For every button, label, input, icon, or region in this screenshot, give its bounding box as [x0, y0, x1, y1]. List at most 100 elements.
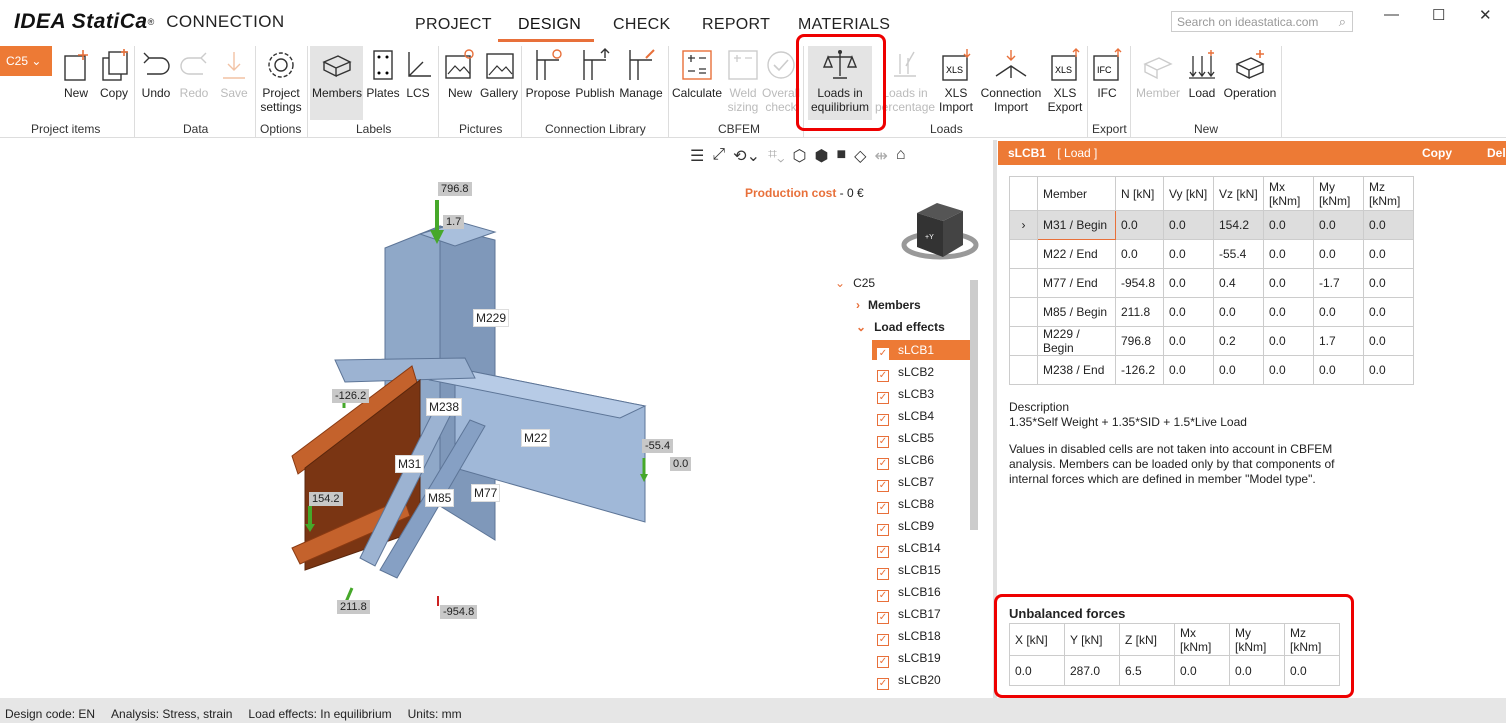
checkbox[interactable]: ✓: [877, 392, 889, 404]
xls-import-button[interactable]: XLS XLS Import: [936, 48, 976, 114]
tab-check[interactable]: CHECK: [613, 16, 671, 34]
delete-load-button[interactable]: Delete: [1487, 146, 1506, 160]
value-cell[interactable]: 0.0: [1163, 210, 1214, 240]
load-case-item[interactable]: ✓ sLCB18: [872, 626, 970, 646]
checkbox[interactable]: ✓: [877, 568, 889, 580]
checkbox[interactable]: ✓: [877, 656, 889, 668]
table-row[interactable]: › M31 / Begin 0.0 0.0 154.2 0.0 0.0 0.0: [1009, 210, 1414, 240]
value-cell[interactable]: 0.0: [1313, 239, 1364, 269]
project-item-select[interactable]: C25 ⌄: [0, 46, 52, 76]
value-cell[interactable]: 796.8: [1115, 326, 1164, 356]
member-cell[interactable]: M77 / End: [1037, 268, 1116, 298]
weld-sizing-button[interactable]: Weld sizing: [724, 48, 762, 114]
load-case-item[interactable]: ✓ sLCB5: [872, 428, 970, 448]
labels-lcs-button[interactable]: LCS: [400, 48, 436, 100]
member-cell[interactable]: M31 / Begin: [1037, 210, 1116, 240]
load-case-item[interactable]: ✓ sLCB1: [872, 340, 970, 360]
value-cell[interactable]: 0.0: [1313, 355, 1364, 385]
solid-icon[interactable]: ■: [836, 146, 846, 166]
value-cell[interactable]: 0.0: [1263, 355, 1314, 385]
new-button[interactable]: New: [58, 48, 94, 100]
load-case-item[interactable]: ✓ sLCB14: [872, 538, 970, 558]
labels-members-button[interactable]: Members: [311, 48, 363, 100]
table-row[interactable]: M22 / End 0.0 0.0 -55.4 0.0 0.0 0.0: [1009, 239, 1414, 269]
table-row[interactable]: M238 / End -126.2 0.0 0.0 0.0 0.0 0.0: [1009, 355, 1414, 385]
propose-button[interactable]: Propose: [525, 48, 571, 100]
tab-materials[interactable]: MATERIALS: [798, 16, 890, 34]
checkbox[interactable]: ✓: [877, 612, 889, 624]
table-row[interactable]: M85 / Begin 211.8 0.0 0.0 0.0 0.0 0.0: [1009, 297, 1414, 327]
load-case-item[interactable]: ✓ sLCB16: [872, 582, 970, 602]
checkbox[interactable]: ✓: [877, 370, 889, 382]
calculate-button[interactable]: Calculate: [671, 48, 723, 100]
tree-load-effects[interactable]: ⌄ Load effects: [856, 320, 945, 334]
member-cell[interactable]: M229 / Begin: [1037, 326, 1116, 356]
crop-icon[interactable]: ⌗⌄: [768, 146, 785, 166]
value-cell[interactable]: 0.0: [1363, 210, 1414, 240]
value-cell[interactable]: 0.0: [1263, 239, 1314, 269]
checkbox[interactable]: ✓: [877, 546, 889, 558]
tab-report[interactable]: REPORT: [702, 16, 770, 34]
load-case-item[interactable]: ✓ sLCB6: [872, 450, 970, 470]
new-load-button[interactable]: Load: [1184, 48, 1220, 100]
mirror-icon[interactable]: ⇹: [874, 146, 887, 166]
value-cell[interactable]: -1.7: [1313, 268, 1364, 298]
minimize-button[interactable]: —: [1384, 6, 1399, 23]
copy-button[interactable]: Copy: [96, 48, 132, 100]
rotate-icon[interactable]: ⟲⌄: [733, 146, 760, 166]
value-cell[interactable]: 0.0: [1213, 355, 1264, 385]
value-cell[interactable]: -55.4: [1213, 239, 1264, 269]
close-button[interactable]: ✕: [1479, 6, 1492, 24]
manage-button[interactable]: Manage: [618, 48, 664, 100]
load-case-item[interactable]: ✓ sLCB2: [872, 362, 970, 382]
value-cell[interactable]: 0.0: [1363, 355, 1414, 385]
value-cell[interactable]: 0.0: [1263, 210, 1314, 240]
value-cell[interactable]: 1.7: [1313, 326, 1364, 356]
zoom-extents-icon[interactable]: ⤢: [712, 146, 725, 166]
load-case-item[interactable]: ✓ sLCB20: [872, 670, 970, 690]
ifc-export-button[interactable]: IFC IFC: [1089, 48, 1125, 100]
tab-project[interactable]: PROJECT: [415, 16, 492, 34]
value-cell[interactable]: 0.0: [1263, 297, 1314, 327]
value-cell[interactable]: 0.0: [1363, 326, 1414, 356]
transparent-icon[interactable]: ⬢: [815, 146, 829, 166]
value-cell[interactable]: 0.0: [1213, 297, 1264, 327]
new-operation-button[interactable]: Operation: [1222, 48, 1278, 100]
load-case-item[interactable]: ✓ sLCB8: [872, 494, 970, 514]
load-case-item[interactable]: ✓ sLCB19: [872, 648, 970, 668]
value-cell[interactable]: 0.0: [1313, 297, 1364, 327]
load-case-item[interactable]: ✓ sLCB9: [872, 516, 970, 536]
value-cell[interactable]: 0.0: [1115, 210, 1164, 240]
checkbox[interactable]: ✓: [877, 678, 889, 690]
new-member-button[interactable]: Member: [1134, 48, 1182, 100]
home-icon[interactable]: ⌂: [896, 146, 906, 166]
view-cube[interactable]: +Y: [895, 195, 985, 270]
table-row[interactable]: M77 / End -954.8 0.0 0.4 0.0 -1.7 0.0: [1009, 268, 1414, 298]
undo-button[interactable]: Undo: [138, 48, 174, 100]
value-cell[interactable]: 0.0: [1163, 297, 1214, 327]
labels-plates-button[interactable]: Plates: [366, 48, 400, 100]
value-cell[interactable]: 0.0: [1163, 355, 1214, 385]
value-cell[interactable]: 154.2: [1213, 210, 1264, 240]
checkbox[interactable]: ✓: [877, 634, 889, 646]
member-cell[interactable]: M22 / End: [1037, 239, 1116, 269]
checkbox[interactable]: ✓: [877, 458, 889, 470]
search-input[interactable]: Search on ideastatica.com ⌕: [1171, 11, 1353, 32]
load-case-item[interactable]: ✓ sLCB7: [872, 472, 970, 492]
value-cell[interactable]: 0.0: [1363, 268, 1414, 298]
checkbox[interactable]: ✓: [877, 436, 889, 448]
tree-scrollbar[interactable]: [970, 280, 978, 530]
copy-load-button[interactable]: Copy: [1422, 146, 1452, 160]
section-icon[interactable]: ◇: [854, 146, 866, 166]
load-case-item[interactable]: ✓ sLCB3: [872, 384, 970, 404]
value-cell[interactable]: 0.0: [1313, 210, 1364, 240]
checkbox[interactable]: ✓: [877, 524, 889, 536]
value-cell[interactable]: 0.0: [1115, 239, 1164, 269]
value-cell[interactable]: 0.0: [1363, 297, 1414, 327]
wireframe-icon[interactable]: ⬡: [793, 146, 807, 166]
value-cell[interactable]: 0.4: [1213, 268, 1264, 298]
search-icon[interactable]: ⌕: [1339, 14, 1346, 30]
save-button[interactable]: Save: [216, 48, 252, 100]
checkbox[interactable]: ✓: [877, 414, 889, 426]
member-cell[interactable]: M238 / End: [1037, 355, 1116, 385]
